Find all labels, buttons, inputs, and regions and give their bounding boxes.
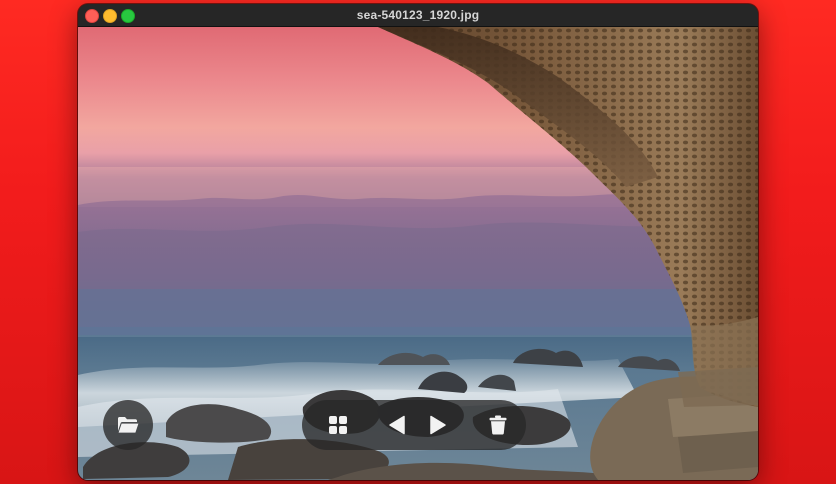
- grid-view-button[interactable]: [318, 400, 358, 450]
- trash-icon: [489, 415, 507, 435]
- image-viewer: [78, 27, 758, 480]
- delete-image-button[interactable]: [478, 400, 518, 450]
- next-image-button[interactable]: [418, 400, 458, 450]
- triangle-left-icon: [389, 415, 405, 435]
- window-title: sea-540123_1920.jpg: [356, 8, 480, 22]
- open-folder-button[interactable]: [103, 400, 153, 450]
- folder-open-icon: [118, 417, 139, 433]
- title-bar[interactable]: sea-540123_1920.jpg: [78, 4, 758, 27]
- app-window: sea-540123_1920.jpg: [78, 4, 758, 480]
- viewer-toolbar: [302, 400, 526, 450]
- grid-icon: [329, 416, 347, 434]
- triangle-right-icon: [430, 415, 446, 435]
- previous-image-button[interactable]: [377, 400, 417, 450]
